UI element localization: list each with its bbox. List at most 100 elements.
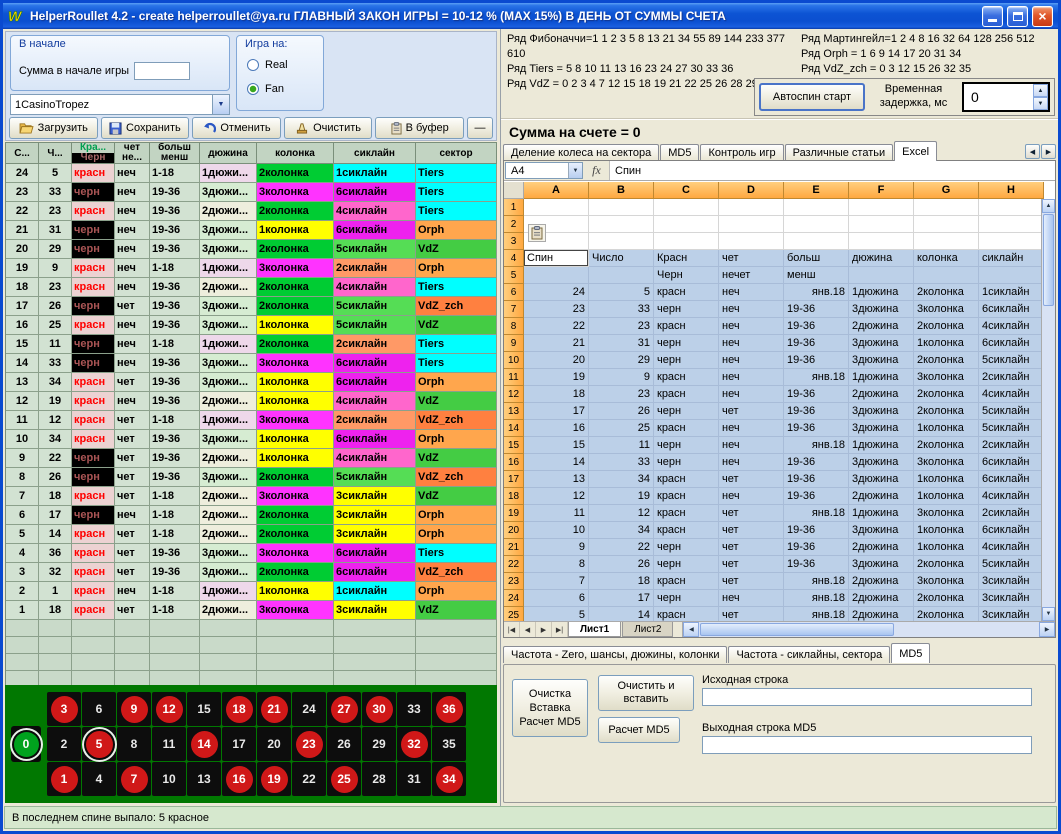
table-row[interactable]: 1726чернчет19-363дюжи...2колонка5сиклайн… xyxy=(5,297,497,316)
excel-cell[interactable] xyxy=(849,216,914,233)
excel-cell[interactable]: 2дюжина xyxy=(849,607,914,621)
board-number-36[interactable]: 36 xyxy=(432,692,466,726)
excel-cell[interactable]: неч xyxy=(719,301,784,318)
toolbar-button-5[interactable]: В буфер xyxy=(375,117,464,139)
excel-cell[interactable]: нечет xyxy=(719,267,784,284)
excel-cell[interactable] xyxy=(524,199,589,216)
excel-row-header-6[interactable]: 6 xyxy=(504,284,524,301)
excel-cell[interactable]: чет xyxy=(719,607,784,621)
excel-corner[interactable] xyxy=(504,182,524,199)
excel-cell[interactable]: больш xyxy=(784,250,849,267)
bottom-tab-3[interactable]: MD5 xyxy=(891,643,930,663)
delay-spinner[interactable]: 0 ▲ ▼ xyxy=(962,82,1050,112)
excel-cell[interactable] xyxy=(784,216,849,233)
excel-cell[interactable]: 16 xyxy=(524,420,589,437)
excel-cell[interactable]: чет xyxy=(719,403,784,420)
board-number-20[interactable]: 20 xyxy=(257,727,291,761)
excel-cell[interactable]: 1колонка xyxy=(914,335,979,352)
excel-row-header-3[interactable]: 3 xyxy=(504,233,524,250)
table-row[interactable]: 118краснчет1-182дюжи...3колонка3сиклайнV… xyxy=(5,601,497,620)
excel-cell[interactable]: черн xyxy=(654,454,719,471)
board-number-0[interactable]: 0 xyxy=(11,726,41,762)
table-row[interactable]: 199красннеч1-181дюжи...3колонка2сиклайнO… xyxy=(5,259,497,278)
excel-cell[interactable]: 6 xyxy=(524,590,589,607)
col-header-spin[interactable]: С... xyxy=(6,143,39,164)
excel-cell[interactable]: неч xyxy=(719,420,784,437)
excel-cell[interactable]: 17 xyxy=(589,590,654,607)
excel-cell[interactable]: 2колонка xyxy=(914,437,979,454)
excel-column-header-H[interactable]: H xyxy=(979,182,1044,199)
excel-cell[interactable]: 2дюжина xyxy=(849,318,914,335)
table-row[interactable]: 718краснчет1-182дюжи...3колонка3сиклайнV… xyxy=(5,487,497,506)
table-row[interactable]: 2131черннеч19-363дюжи...1колонка6сиклайн… xyxy=(5,221,497,240)
excel-cell[interactable]: 4сиклайн xyxy=(979,488,1044,505)
excel-cell[interactable] xyxy=(589,199,654,216)
excel-cell[interactable]: красн xyxy=(654,420,719,437)
excel-cell[interactable]: янв.18 xyxy=(784,505,849,522)
radio-option-real[interactable]: Real xyxy=(247,56,288,74)
excel-cell[interactable]: 23 xyxy=(524,301,589,318)
excel-cell[interactable]: 5 xyxy=(524,607,589,621)
table-row[interactable]: 1034краснчет19-363дюжи...1колонка6сиклай… xyxy=(5,430,497,449)
board-number-33[interactable]: 33 xyxy=(397,692,431,726)
excel-cell[interactable]: 1колонка xyxy=(914,471,979,488)
excel-cell[interactable]: 9 xyxy=(589,369,654,386)
excel-cell[interactable]: красн xyxy=(654,369,719,386)
excel-cell[interactable]: сиклайн xyxy=(979,250,1044,267)
excel-cell[interactable]: Красн xyxy=(654,250,719,267)
excel-cell[interactable]: 14 xyxy=(524,454,589,471)
excel-cell[interactable]: 1дюжина xyxy=(849,505,914,522)
excel-cell[interactable]: 8 xyxy=(524,556,589,573)
excel-cell[interactable]: 1дюжина xyxy=(849,369,914,386)
excel-cell[interactable] xyxy=(784,233,849,250)
col-header-column[interactable]: колонка xyxy=(257,143,334,164)
excel-cell[interactable]: 19-36 xyxy=(784,454,849,471)
excel-cell[interactable]: 3колонка xyxy=(914,454,979,471)
board-number-8[interactable]: 8 xyxy=(117,727,151,761)
excel-cell[interactable]: 11 xyxy=(589,437,654,454)
excel-cell[interactable]: чет xyxy=(719,556,784,573)
excel-cell[interactable]: 20 xyxy=(524,352,589,369)
excel-cell[interactable]: 2колонка xyxy=(914,590,979,607)
board-number-25[interactable]: 25 xyxy=(327,762,361,796)
main-tab-2[interactable]: MD5 xyxy=(660,144,699,161)
board-number-6[interactable]: 6 xyxy=(82,692,116,726)
excel-cell[interactable]: 12 xyxy=(524,488,589,505)
sheet-prev-button[interactable]: ◀ xyxy=(520,622,536,637)
excel-cell[interactable]: 3дюжина xyxy=(849,471,914,488)
excel-cell[interactable]: 2дюжина xyxy=(849,573,914,590)
scroll-left-icon[interactable]: ◀ xyxy=(683,622,699,637)
excel-cell[interactable]: 3колонка xyxy=(914,505,979,522)
excel-cell[interactable] xyxy=(654,233,719,250)
scroll-up-icon[interactable]: ▲ xyxy=(1042,199,1055,213)
excel-cell[interactable]: 4сиклайн xyxy=(979,386,1044,403)
bottom-tab-2[interactable]: Частота - сиклайны, сектора xyxy=(728,646,890,663)
excel-cell[interactable]: 10 xyxy=(524,522,589,539)
excel-cell[interactable]: 3сиклайн xyxy=(979,607,1044,621)
scroll-right-icon[interactable]: ▶ xyxy=(1039,622,1055,637)
table-row[interactable]: 1823красннеч19-362дюжи...2колонка4сиклай… xyxy=(5,278,497,297)
vscroll-thumb[interactable] xyxy=(1043,214,1054,306)
casino-dropdown[interactable]: 1CasinoTropez ▼ xyxy=(10,94,230,115)
excel-row-header-23[interactable]: 23 xyxy=(504,573,524,590)
board-number-21[interactable]: 21 xyxy=(257,692,291,726)
excel-cell[interactable]: 18 xyxy=(524,386,589,403)
toolbar-button-2[interactable]: Сохранить xyxy=(101,117,190,139)
excel-column-header-B[interactable]: B xyxy=(589,182,654,199)
md5-input-field[interactable] xyxy=(702,688,1032,706)
excel-cell[interactable] xyxy=(849,267,914,284)
table-row[interactable]: 826чернчет19-363дюжи...2колонка5сиклайнV… xyxy=(5,468,497,487)
toolbar-button-4[interactable]: Очистить xyxy=(284,117,373,139)
excel-cell[interactable]: 2колонка xyxy=(914,556,979,573)
excel-row-header-25[interactable]: 25 xyxy=(504,607,524,621)
sheet-last-button[interactable]: ▶| xyxy=(552,622,568,637)
excel-cell[interactable]: 7 xyxy=(524,573,589,590)
col-header-range[interactable]: больш менш xyxy=(150,143,200,164)
excel-row-header-13[interactable]: 13 xyxy=(504,403,524,420)
excel-cell[interactable]: 6сиклайн xyxy=(979,454,1044,471)
excel-cell[interactable]: 4сиклайн xyxy=(979,539,1044,556)
excel-cell[interactable]: черн xyxy=(654,539,719,556)
excel-cell[interactable]: 19-36 xyxy=(784,335,849,352)
excel-column-header-F[interactable]: F xyxy=(849,182,914,199)
scroll-down-icon[interactable]: ▼ xyxy=(1042,607,1055,621)
